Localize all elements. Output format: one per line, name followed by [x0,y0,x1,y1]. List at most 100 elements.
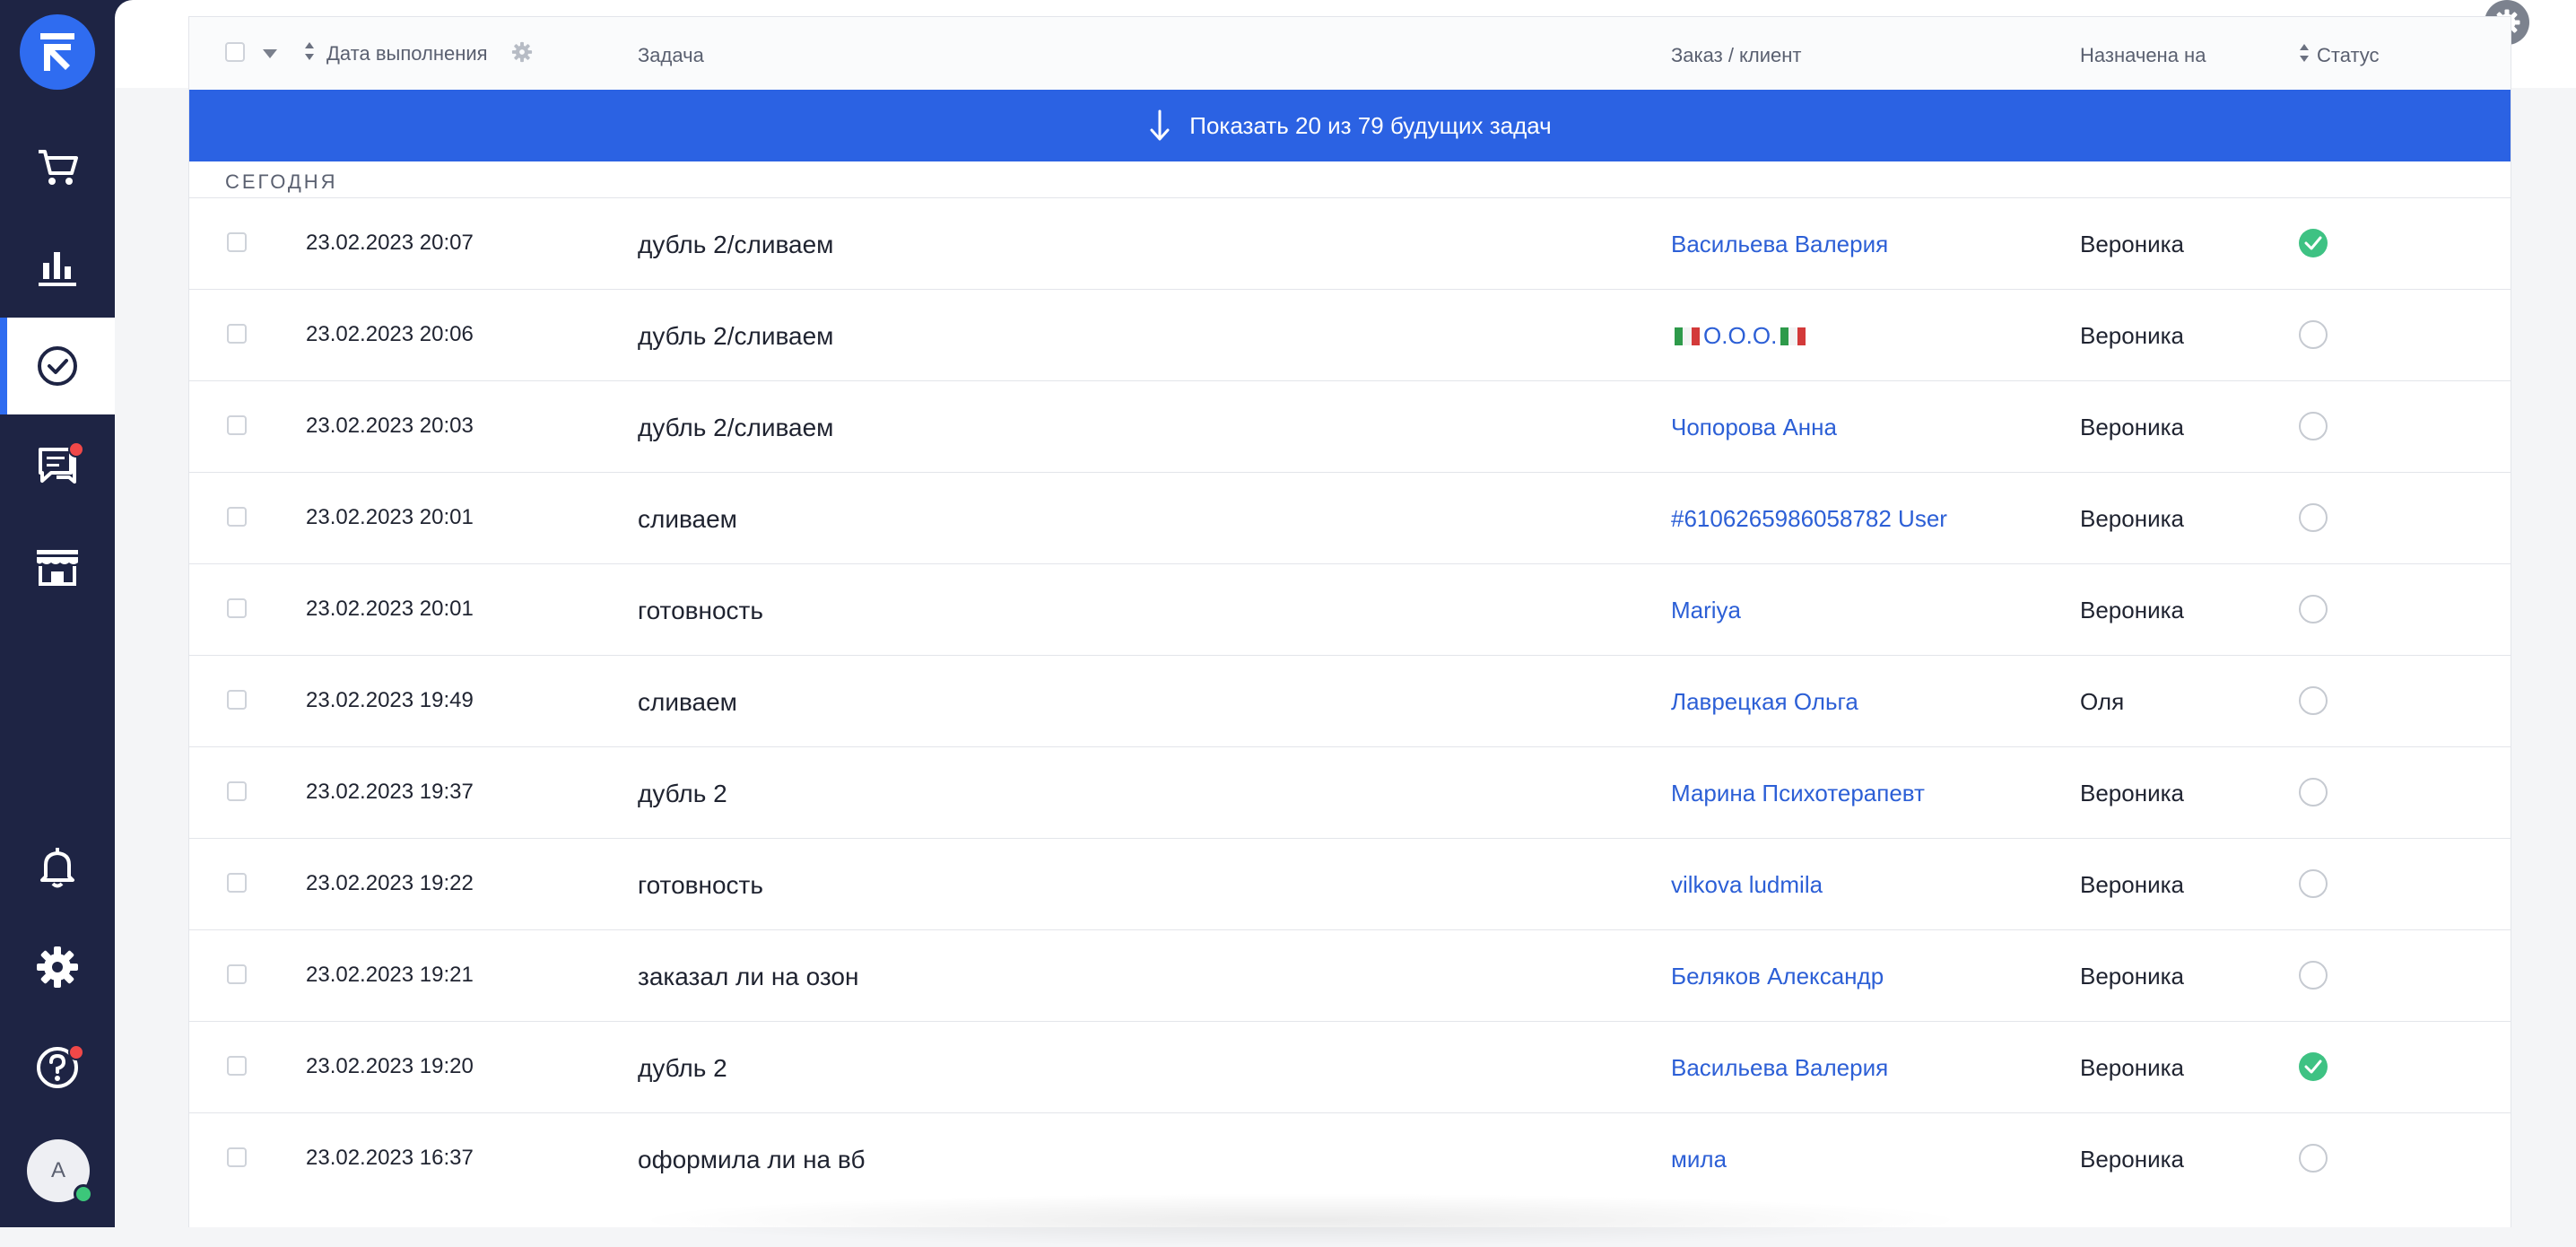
table-row[interactable]: 23.02.2023 19:20 дубль 2 Васильева Валерия… [189,1021,2511,1112]
row-checkbox[interactable] [227,415,247,435]
task-client-link[interactable]: vilkova ludmila [1671,871,1823,899]
check-icon [2304,1060,2322,1074]
nav-settings[interactable] [0,919,115,1016]
online-status-dot [74,1184,93,1204]
task-client-link[interactable]: Беляков Александр [1671,963,1884,990]
task-assignee: Оля [2080,688,2125,715]
table-row[interactable]: 23.02.2023 20:01 готовность Mariya Вероника [189,563,2511,655]
row-checkbox[interactable] [227,507,247,527]
header-date[interactable]: Дата выполнения [326,42,488,65]
task-date: 23.02.2023 20:01 [306,505,474,529]
column-settings-icon[interactable] [510,40,534,64]
task-title[interactable]: дубль 2 [638,780,727,808]
tasks-table: Дата выполнения Задача Заказ / клиент На… [188,16,2511,1227]
nav-orders[interactable] [0,118,115,215]
task-client-link[interactable]: О.О.О. [1671,322,1809,350]
row-checkbox[interactable] [227,964,247,984]
nav-tasks[interactable] [0,318,115,414]
task-client-link[interactable]: Марина Психотерапевт [1671,780,1925,807]
help-notification-dot [68,1044,84,1060]
top-bar-corner [115,0,133,18]
row-checkbox[interactable] [227,690,247,710]
status-pending-toggle[interactable] [2299,778,2328,807]
status-done-toggle[interactable] [2299,229,2328,257]
row-checkbox[interactable] [227,873,247,893]
task-assignee: Вероника [2080,780,2185,807]
task-date: 23.02.2023 16:37 [306,1146,474,1170]
nav-help[interactable] [0,1019,115,1116]
table-row[interactable]: 23.02.2023 19:37 дубль 2 Марина Психотерап… [189,746,2511,838]
check-icon [2304,236,2322,250]
task-title[interactable]: заказал ли на озон [638,963,858,991]
status-pending-toggle[interactable] [2299,412,2328,440]
store-icon [37,550,78,586]
task-title[interactable]: готовность [638,871,763,900]
client-name: О.О.О. [1703,322,1778,349]
nav-notifications[interactable] [0,818,115,915]
task-client-link[interactable]: Васильева Валерия [1671,231,1888,258]
avatar-initial: A [50,1158,65,1182]
status-pending-toggle[interactable] [2299,320,2328,349]
bell-icon [40,848,74,888]
task-assignee: Вероника [2080,414,2185,440]
app-logo[interactable] [20,14,95,90]
status-pending-toggle[interactable] [2299,869,2328,898]
row-checkbox[interactable] [227,1056,247,1076]
task-title[interactable]: дубль 2/сливаем [638,414,833,442]
task-date: 23.02.2023 19:20 [306,1054,474,1078]
table-row[interactable]: 23.02.2023 20:01 сливаем #6106265986058782… [189,472,2511,563]
task-date: 23.02.2023 19:21 [306,963,474,987]
task-title[interactable]: сливаем [638,688,737,717]
status-pending-toggle[interactable] [2299,686,2328,715]
task-date: 23.02.2023 19:49 [306,688,474,712]
header-status[interactable]: Статус [2317,44,2380,67]
task-title[interactable]: сливаем [638,505,737,534]
table-row[interactable]: 23.02.2023 16:37 оформила ли на вб мила Вер… [189,1112,2511,1204]
task-title[interactable]: дубль 2 [638,1054,727,1083]
task-assignee: Вероника [2080,322,2185,349]
table-row[interactable]: 23.02.2023 19:21 заказал ли на озон Беляко… [189,929,2511,1021]
status-pending-toggle[interactable] [2299,961,2328,990]
row-checkbox[interactable] [227,598,247,618]
row-checkbox[interactable] [227,781,247,801]
table-row[interactable]: 23.02.2023 19:22 готовность vilkova ludmil… [189,838,2511,929]
nav-store[interactable] [0,519,115,615]
task-client-link[interactable]: #6106265986058782 User [1671,505,1947,533]
nav-analytics[interactable] [0,219,115,316]
row-checkbox[interactable] [227,1147,247,1167]
nav-chats[interactable] [0,418,115,515]
select-all-checkbox[interactable] [225,42,245,62]
task-title[interactable]: готовность [638,597,763,625]
table-row[interactable]: 23.02.2023 20:06 дубль 2/сливаем О.О.О. Вер… [189,289,2511,380]
task-client-link[interactable]: Лаврецкая Ольга [1671,688,1858,716]
tasks-icon [38,346,77,386]
analytics-icon [39,252,76,286]
sidebar: A [0,0,115,1227]
table-row[interactable]: 23.02.2023 19:49 сливаем Лаврецкая Ольга Ол… [189,655,2511,746]
status-pending-toggle[interactable] [2299,595,2328,624]
header-assignee: Назначена на [2080,44,2206,66]
table-row[interactable]: 23.02.2023 20:07 дубль 2/сливаем Васильева… [189,197,2511,289]
status-pending-toggle[interactable] [2299,1144,2328,1173]
show-future-tasks-button[interactable]: Показать 20 из 79 будущих задач [189,90,2511,161]
chevron-down-icon[interactable] [261,48,279,60]
task-client-link[interactable]: Чопорова Анна [1671,414,1837,441]
table-row[interactable]: 23.02.2023 20:03 дубль 2/сливаем Чопорова … [189,380,2511,472]
task-title[interactable]: дубль 2/сливаем [638,322,833,351]
row-checkbox[interactable] [227,324,247,344]
row-checkbox[interactable] [227,232,247,252]
sort-icon[interactable] [2299,42,2310,64]
task-assignee: Вероника [2080,963,2185,990]
task-date: 23.02.2023 20:07 [306,231,474,255]
header-client: Заказ / клиент [1671,44,1802,66]
task-client-link[interactable]: Васильева Валерия [1671,1054,1888,1082]
task-client-link[interactable]: мила [1671,1146,1727,1173]
task-date: 23.02.2023 20:01 [306,597,474,621]
task-title[interactable]: дубль 2/сливаем [638,231,833,259]
sort-icon[interactable] [304,40,315,62]
task-title[interactable]: оформила ли на вб [638,1146,866,1174]
status-done-toggle[interactable] [2299,1052,2328,1081]
status-pending-toggle[interactable] [2299,503,2328,532]
task-client-link[interactable]: Mariya [1671,597,1741,624]
cart-icon [39,150,78,185]
